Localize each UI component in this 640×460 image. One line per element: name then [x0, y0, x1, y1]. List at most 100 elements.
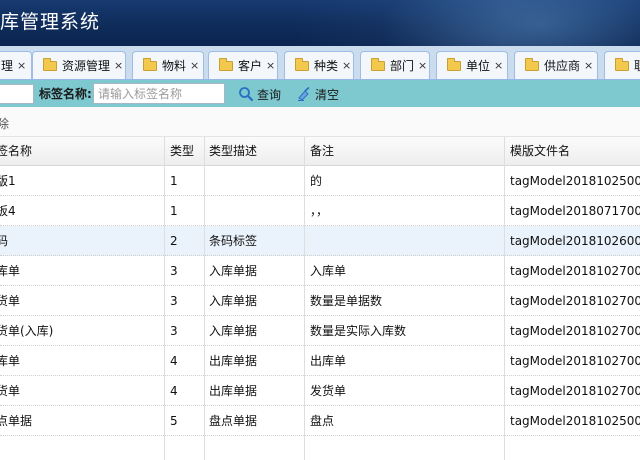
tab-close-icon[interactable]: × [114, 59, 123, 72]
tab-department[interactable]: 部门 × [360, 51, 430, 79]
tab-material[interactable]: 物料 × [132, 51, 204, 79]
column-divider [304, 137, 305, 460]
search-field-left[interactable] [0, 84, 34, 104]
cell-template-file: tagModel20180717000 [510, 204, 640, 218]
clear-icon [298, 86, 310, 101]
cell-remark: 数量是实际入库数 [310, 324, 407, 338]
cell-remark [310, 226, 500, 256]
table-row[interactable]: 版1 1 的 tagModel20181025005 [0, 166, 640, 196]
column-divider [164, 137, 165, 460]
delete-button[interactable]: 除 [0, 115, 9, 132]
tab-label: 部门 [390, 59, 415, 73]
tab-close-icon[interactable]: × [494, 59, 503, 72]
cell-template-file: tagModel20181027007 [510, 264, 640, 278]
cell-type: 4 [170, 384, 178, 398]
cell-tag-name: 点单据 [0, 414, 33, 428]
cell-tag-name: 货单 [0, 384, 21, 398]
query-button[interactable]: 查询 [238, 84, 281, 104]
cell-type: 1 [170, 204, 178, 218]
table-body: 版1 1 的 tagModel20181025005 板4 1 ，， tagModel2018… [0, 166, 640, 460]
column-divider [204, 137, 205, 460]
tab-supplier[interactable]: 供应商 × [514, 51, 598, 79]
tab-label: 供应商 [544, 59, 581, 73]
tab-customer[interactable]: 客户 × [208, 51, 278, 79]
tab-category[interactable]: 种类 × [284, 51, 354, 79]
query-button-label: 查询 [257, 87, 282, 102]
cell-type-desc [209, 166, 299, 196]
cell-remark: 的 [310, 174, 323, 188]
cell-type: 3 [170, 324, 178, 338]
cell-remark: 出库单 [310, 354, 347, 368]
column-header-type[interactable]: 类型 [170, 137, 202, 166]
clear-button[interactable]: 清空 [296, 84, 339, 104]
table-row[interactable]: 货单 4 出库单据 发货单 tagModel20181027007 [0, 376, 640, 406]
cell-template-file: tagModel20181025005 [510, 414, 640, 428]
grid-toolbar: 除 [0, 107, 640, 137]
table-row[interactable]: 库单 4 出库单据 出库单 tagModel20181027007 [0, 346, 640, 376]
cell-tag-name: 版1 [0, 174, 16, 188]
tab-label: 单位 [466, 59, 491, 73]
tab-label: 物料 [162, 59, 187, 73]
cell-tag-name: 货单 [0, 294, 21, 308]
tag-name-label: 标签名称: [39, 87, 92, 101]
folder-icon [615, 57, 629, 71]
table-row[interactable]: 点单据 5 盘点单据 盘点 tagModel20181025005 [0, 406, 640, 436]
folder-icon [143, 57, 157, 71]
tab-label: 种类 [314, 59, 339, 73]
cell-type: 3 [170, 294, 178, 308]
cell-type-desc: 入库单据 [209, 294, 258, 308]
table-row[interactable]: 库单 3 入库单据 入库单 tagModel20181027007 [0, 256, 640, 286]
cell-type-desc [209, 196, 299, 226]
cell-remark: 数量是单据数 [310, 294, 383, 308]
tab-bar: 理 × 资源管理 × 物料 × 客户 × 种类 × 部门 × 单位 × 供应商 … [0, 46, 640, 80]
cell-tag-name: 库单 [0, 264, 21, 278]
folder-icon [447, 57, 461, 71]
table-row[interactable]: 码 2 条码标签 tagModel20181026005f [0, 226, 640, 256]
tab-close-icon[interactable]: × [266, 59, 275, 72]
tab-0[interactable]: 理 × [0, 51, 32, 79]
tab-position[interactable]: 职 [604, 51, 640, 79]
table-row[interactable]: 货单(入库) 3 入库单据 数量是实际入库数 tagModel20181027006 [0, 316, 640, 346]
column-header-type-desc[interactable]: 类型描述 [209, 137, 299, 166]
table-header: 签名称 类型 类型描述 备注 模版文件名 [0, 137, 640, 166]
tab-resource-management[interactable]: 资源管理 × [32, 51, 126, 79]
app-title: 库管理系统 [0, 11, 101, 33]
app-header: 库管理系统 [0, 0, 640, 46]
cell-template-file: tagModel20181027007 [510, 354, 640, 368]
clear-button-label: 清空 [315, 87, 340, 102]
cell-type: 5 [170, 414, 178, 428]
column-header-template-file[interactable]: 模版文件名 [510, 137, 640, 166]
cell-tag-name: 码 [0, 234, 9, 248]
cell-remark: 入库单 [310, 264, 347, 278]
cell-template-file: tagModel20181027007 [510, 384, 640, 398]
cell-type-desc: 出库单据 [209, 384, 258, 398]
cell-type: 1 [170, 174, 178, 188]
tab-label: 客户 [238, 59, 263, 73]
tab-close-icon[interactable]: × [584, 59, 593, 72]
cell-template-file: tagModel20181026005f [510, 234, 640, 248]
tab-label: 理 [1, 59, 14, 73]
tab-close-icon[interactable]: × [342, 59, 351, 72]
table-row[interactable]: 货单 3 入库单据 数量是单据数 tagModel20181027006 [0, 286, 640, 316]
cell-template-file: tagModel20181027006 [510, 324, 640, 338]
folder-icon [371, 57, 385, 71]
folder-icon [219, 57, 233, 71]
column-header-name[interactable]: 签名称 [0, 137, 156, 166]
cell-tag-name: 板4 [0, 204, 16, 218]
cell-type-desc: 入库单据 [209, 264, 258, 278]
tab-close-icon[interactable]: × [190, 59, 199, 72]
search-bar: 标签名称: 查询 清空 [0, 80, 640, 107]
tab-unit[interactable]: 单位 × [436, 51, 508, 79]
cell-template-file: tagModel20181027006 [510, 294, 640, 308]
tab-close-icon[interactable]: × [17, 59, 26, 72]
cell-type: 4 [170, 354, 178, 368]
table-row[interactable]: 板4 1 ，， tagModel20180717000 [0, 196, 640, 226]
cell-tag-name: 货单(入库) [0, 324, 54, 338]
tab-close-icon[interactable]: × [418, 59, 427, 72]
column-header-remark[interactable]: 备注 [310, 137, 500, 166]
cell-type-desc: 条码标签 [209, 234, 258, 248]
cell-type: 2 [170, 234, 178, 248]
cell-remark: ，， [310, 204, 329, 218]
folder-icon [525, 57, 539, 71]
tag-name-input[interactable] [93, 83, 225, 104]
